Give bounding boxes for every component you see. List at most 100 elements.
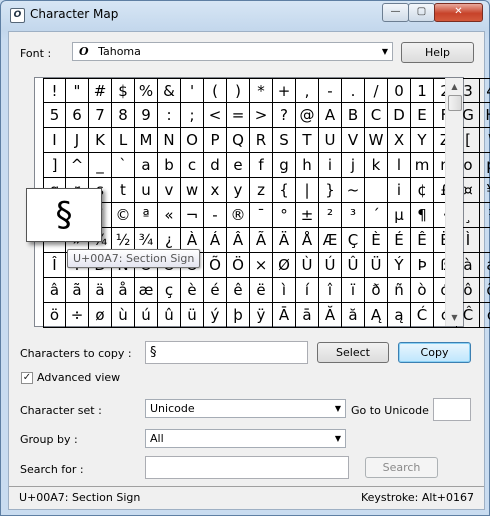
character-cell[interactable]: Æ — [319, 228, 342, 253]
character-cell[interactable]: ă — [342, 303, 365, 328]
character-cell[interactable]: K — [89, 128, 112, 153]
character-cell[interactable]: | — [296, 178, 319, 203]
character-cell[interactable]: y — [227, 178, 250, 203]
advanced-view-checkbox[interactable]: ✓ — [21, 372, 33, 384]
character-cell[interactable]: T — [296, 128, 319, 153]
character-cell[interactable]: b — [158, 153, 181, 178]
title-bar[interactable]: O Character Map — ▢ ✕ — [1, 1, 489, 29]
select-button[interactable]: Select — [317, 342, 389, 363]
character-cell[interactable]: Ç — [342, 228, 365, 253]
character-cell[interactable]: ï — [342, 278, 365, 303]
character-cell[interactable]: Ă — [319, 303, 342, 328]
character-cell[interactable]: Ý — [388, 253, 411, 278]
character-cell[interactable]: ¥ — [480, 178, 490, 203]
character-cell[interactable]: ñ — [388, 278, 411, 303]
character-cell[interactable]: U — [319, 128, 342, 153]
character-cell[interactable]: © — [112, 203, 135, 228]
minimize-button[interactable]: — — [382, 3, 409, 22]
character-cell[interactable]: Ö — [227, 253, 250, 278]
character-cell[interactable]: ] — [43, 153, 66, 178]
character-cell[interactable]: ø — [89, 303, 112, 328]
character-cell[interactable]: v — [158, 178, 181, 203]
character-cell[interactable]: k — [365, 153, 388, 178]
character-cell[interactable]: þ — [227, 303, 250, 328]
character-cell[interactable]: ý — [204, 303, 227, 328]
character-cell[interactable]: 8 — [112, 103, 135, 128]
character-cell[interactable]: " — [66, 78, 89, 103]
character-cell[interactable]: i — [388, 178, 411, 203]
character-cell[interactable]: ~ — [342, 178, 365, 203]
character-cell[interactable]: P — [204, 128, 227, 153]
close-button[interactable]: ✕ — [434, 3, 483, 22]
character-cell[interactable]: Y — [411, 128, 434, 153]
character-cell[interactable]: C — [365, 103, 388, 128]
character-cell[interactable]: z — [250, 178, 273, 203]
character-cell[interactable]: ´ — [365, 203, 388, 228]
character-cell[interactable]: ² — [319, 203, 342, 228]
character-cell[interactable]: ^ — [66, 153, 89, 178]
character-cell[interactable]: , — [296, 78, 319, 103]
group-by-combo[interactable]: All ▼ — [145, 429, 346, 448]
character-cell[interactable]: Î — [43, 253, 66, 278]
character-cell[interactable] — [365, 178, 388, 203]
character-cell[interactable]: 1 — [411, 78, 434, 103]
character-cell[interactable]: ÿ — [250, 303, 273, 328]
scroll-thumb[interactable] — [448, 95, 462, 111]
character-cell[interactable]: 6 — [66, 103, 89, 128]
character-cell[interactable]: É — [388, 228, 411, 253]
character-cell[interactable]: ³ — [342, 203, 365, 228]
character-cell[interactable]: Ù — [296, 253, 319, 278]
character-cell[interactable]: 9 — [135, 103, 158, 128]
character-cell[interactable]: ò — [411, 278, 434, 303]
character-cell[interactable]: î — [319, 278, 342, 303]
character-cell[interactable]: ü — [181, 303, 204, 328]
character-cell[interactable]: ĉ — [480, 303, 490, 328]
character-cell[interactable]: A — [319, 103, 342, 128]
character-set-combo[interactable]: Unicode ▼ — [145, 399, 346, 418]
character-cell[interactable]: Ê — [411, 228, 434, 253]
character-cell[interactable]: p — [480, 153, 490, 178]
character-cell[interactable]: / — [365, 78, 388, 103]
character-cell[interactable]: Ā — [273, 303, 296, 328]
character-cell[interactable]: ' — [181, 78, 204, 103]
character-cell[interactable]: â — [43, 278, 66, 303]
character-cell[interactable]: ú — [135, 303, 158, 328]
character-cell[interactable]: h — [296, 153, 319, 178]
character-cell[interactable]: H — [480, 103, 490, 128]
character-cell[interactable]: ) — [227, 78, 250, 103]
character-cell[interactable]: & — [158, 78, 181, 103]
character-cell[interactable]: ð — [365, 278, 388, 303]
character-cell[interactable]: D — [388, 103, 411, 128]
character-cell[interactable]: ã — [66, 278, 89, 303]
character-cell[interactable]: R — [250, 128, 273, 153]
character-cell[interactable]: Ć — [411, 303, 434, 328]
character-cell[interactable]: # — [89, 78, 112, 103]
scroll-up-icon[interactable]: ▲ — [446, 78, 463, 95]
character-cell[interactable]: ¹ — [480, 203, 490, 228]
character-cell[interactable]: _ — [89, 153, 112, 178]
character-cell[interactable]: Í — [480, 228, 490, 253]
character-cell[interactable]: - — [319, 78, 342, 103]
character-cell[interactable]: - — [204, 203, 227, 228]
character-cell[interactable]: ä — [89, 278, 112, 303]
character-cell[interactable]: w — [181, 178, 204, 203]
character-cell[interactable]: ¢ — [411, 178, 434, 203]
character-cell[interactable]: Ü — [365, 253, 388, 278]
character-cell[interactable]: : — [158, 103, 181, 128]
character-cell[interactable]: ` — [112, 153, 135, 178]
character-cell[interactable]: ö — [43, 303, 66, 328]
character-cell[interactable]: l — [388, 153, 411, 178]
character-cell[interactable]: c — [181, 153, 204, 178]
font-combo[interactable]: O Tahoma ▼ — [72, 42, 393, 61]
character-cell[interactable]: Þ — [411, 253, 434, 278]
character-cell[interactable]: ¶ — [411, 203, 434, 228]
character-cell[interactable]: å — [112, 278, 135, 303]
advanced-view-label[interactable]: Advanced view — [37, 371, 120, 384]
character-cell[interactable]: S — [273, 128, 296, 153]
character-cell[interactable]: 7 — [89, 103, 112, 128]
character-cell[interactable]: õ — [480, 278, 490, 303]
character-cell[interactable]: d — [204, 153, 227, 178]
characters-to-copy-input[interactable]: § — [145, 341, 308, 364]
copy-button[interactable]: Copy — [398, 342, 471, 363]
character-cell[interactable]: Ã — [250, 228, 273, 253]
